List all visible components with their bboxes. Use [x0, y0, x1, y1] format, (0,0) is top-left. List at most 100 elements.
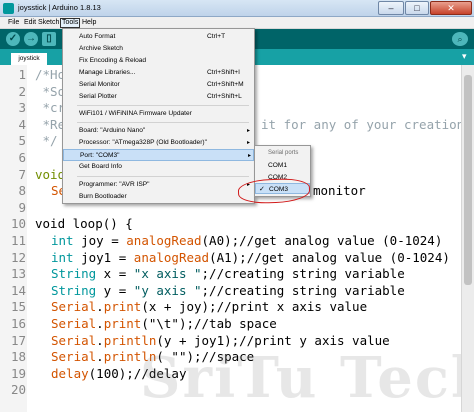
menu-tools[interactable]: Tools	[60, 18, 81, 28]
code-text: y =	[96, 282, 134, 298]
menu-item-label: Serial Monitor	[79, 81, 120, 88]
code-text: Serial.print("\t");//tab space	[51, 316, 277, 333]
menu-item-auto-format[interactable]: Auto Format Ctrl+T	[63, 31, 254, 43]
serial-monitor-button[interactable]: ⌕	[452, 32, 468, 46]
menu-item-fix-encoding[interactable]: Fix Encoding & Reload	[63, 55, 254, 67]
tab-menu-chevron-icon[interactable]: ▾	[462, 51, 467, 62]
code-comment-tail: it for any of your creation	[261, 116, 465, 132]
menu-item-burn-bootloader[interactable]: Burn Bootloader	[63, 191, 254, 203]
code-comment: */	[35, 133, 58, 149]
menu-item-label: Programmer: "AVR ISP"	[79, 181, 150, 188]
code-text: ;//creating string variable	[201, 266, 405, 282]
code-text: .	[96, 332, 104, 348]
line-number: 3	[18, 100, 26, 116]
code-text: int joy = analogRead(A0);//get analog va…	[51, 233, 442, 250]
code-line: 16 Serial.print("\t");//tab space	[0, 316, 474, 333]
tab-joystick[interactable]: joystick	[11, 53, 47, 65]
submenu-header: Serial ports	[268, 150, 299, 156]
menu-separator	[77, 105, 249, 106]
menu-item-label: WiFi101 / WiFiNINA Firmware Updater	[79, 110, 192, 117]
code-line: 14 String y = "y axis ";//creating string…	[0, 283, 474, 300]
code-line: 13 String x = "x axis ";//creating string…	[0, 266, 474, 283]
code-comment: *So	[35, 83, 66, 99]
line-number: 10	[10, 216, 26, 232]
line-number: 15	[10, 299, 26, 315]
code-text: joy =	[73, 232, 127, 248]
menu-item-board-info[interactable]: Get Board Info	[63, 161, 254, 173]
line-number: 18	[10, 349, 26, 365]
code-text: .	[96, 349, 104, 365]
code-function: delay	[51, 365, 89, 381]
line-number: 1	[18, 67, 26, 82]
code-line: 15 Serial.print(x + joy);//print x axis v…	[0, 299, 474, 316]
menu-item-label: Processor: "ATmega328P (Old Bootloader)"	[79, 139, 207, 146]
code-type: int	[51, 232, 74, 248]
line-number: 6	[18, 149, 26, 165]
menu-item-label: Fix Encoding & Reload	[79, 57, 147, 64]
code-text: Serial.print(x + joy);//print x axis val…	[51, 299, 367, 316]
menu-item-label: Get Board Info	[79, 163, 122, 170]
scrollbar-thumb[interactable]	[464, 75, 472, 285]
menu-item-shortcut: Ctrl+Shift+L	[207, 93, 242, 100]
minimize-button[interactable]: –	[378, 1, 404, 15]
port-option-label: COM1	[268, 162, 288, 169]
line-number: 4	[18, 116, 26, 132]
menu-item-processor[interactable]: Processor: "ATmega328P (Old Bootloader)"…	[63, 137, 254, 149]
code-comment: *Re	[35, 116, 66, 132]
code-type: String	[51, 282, 97, 298]
menu-item-shortcut: Ctrl+T	[207, 33, 226, 40]
code-comment: /*Ho	[35, 67, 66, 82]
code-text: (x + joy);//print x axis value	[141, 299, 368, 315]
code-text: int joy1 = analogRead(A1);//get analog v…	[51, 250, 450, 267]
upload-button[interactable]: →	[24, 32, 38, 46]
line-number: 19	[10, 365, 26, 381]
line-number: 12	[10, 249, 26, 265]
line-number: 20	[10, 382, 26, 398]
maximize-button[interactable]: □	[405, 1, 429, 15]
code-comment-tail: monitor	[313, 183, 366, 199]
code-object: Serial	[51, 315, 97, 331]
close-button[interactable]: ✕	[430, 1, 472, 15]
menu-item-archive-sketch[interactable]: Archive Sketch	[63, 43, 254, 55]
menu-item-label: Burn Bootloader	[79, 193, 127, 200]
code-text: String x = "x axis ";//creating string v…	[51, 266, 405, 283]
code-string: "x axis "	[133, 266, 202, 282]
code-function: analogRead	[126, 232, 202, 248]
code-text: ;//creating string variable	[201, 282, 405, 298]
menu-item-programmer[interactable]: Programmer: "AVR ISP" ▸	[63, 179, 254, 191]
menu-help[interactable]: Help	[81, 18, 97, 28]
code-object: Serial	[51, 349, 97, 365]
verify-button[interactable]: ✓	[6, 32, 20, 46]
code-text: x =	[96, 266, 134, 282]
menu-item-port[interactable]: Port: "COM3" ▸	[63, 149, 254, 161]
code-function: analogRead	[133, 249, 210, 265]
menu-item-firmware-updater[interactable]: WiFi101 / WiFiNINA Firmware Updater	[63, 108, 254, 120]
code-text: .	[96, 315, 104, 331]
vertical-scrollbar[interactable]	[461, 65, 474, 412]
code-type: String	[51, 266, 97, 282]
line-number: 13	[10, 266, 26, 282]
line-number: 9	[18, 199, 26, 215]
line-number: 11	[10, 232, 26, 248]
window-title: joysstick | Arduino 1.8.13	[18, 3, 101, 12]
menu-item-board[interactable]: Board: "Arduino Nano" ▸	[63, 125, 254, 137]
menu-item-shortcut: Ctrl+Shift+I	[207, 69, 240, 76]
menu-sketch[interactable]: Sketch	[37, 18, 60, 28]
menu-edit[interactable]: Edit	[23, 18, 37, 28]
menu-item-label: Manage Libraries...	[79, 69, 136, 76]
code-type: int	[51, 249, 74, 265]
line-number: 8	[18, 183, 26, 199]
menu-item-serial-plotter[interactable]: Serial Plotter Ctrl+Shift+L	[63, 91, 254, 103]
code-text: .	[96, 299, 104, 315]
new-sketch-button[interactable]: ▯	[42, 32, 56, 46]
code-keyword: void	[35, 166, 66, 182]
menu-file[interactable]: File	[7, 18, 20, 28]
code-text: joy1 =	[73, 249, 134, 265]
menu-item-label: Serial Plotter	[79, 93, 117, 100]
port-option-com1[interactable]: COM1	[255, 160, 310, 171]
menu-item-manage-libraries[interactable]: Manage Libraries... Ctrl+Shift+I	[63, 67, 254, 79]
code-string: "y axis "	[133, 282, 202, 298]
menu-item-serial-monitor[interactable]: Serial Monitor Ctrl+Shift+M	[63, 79, 254, 91]
line-number: 5	[18, 133, 26, 149]
code-text: (A1);//get analog value (0-1024)	[209, 249, 450, 265]
